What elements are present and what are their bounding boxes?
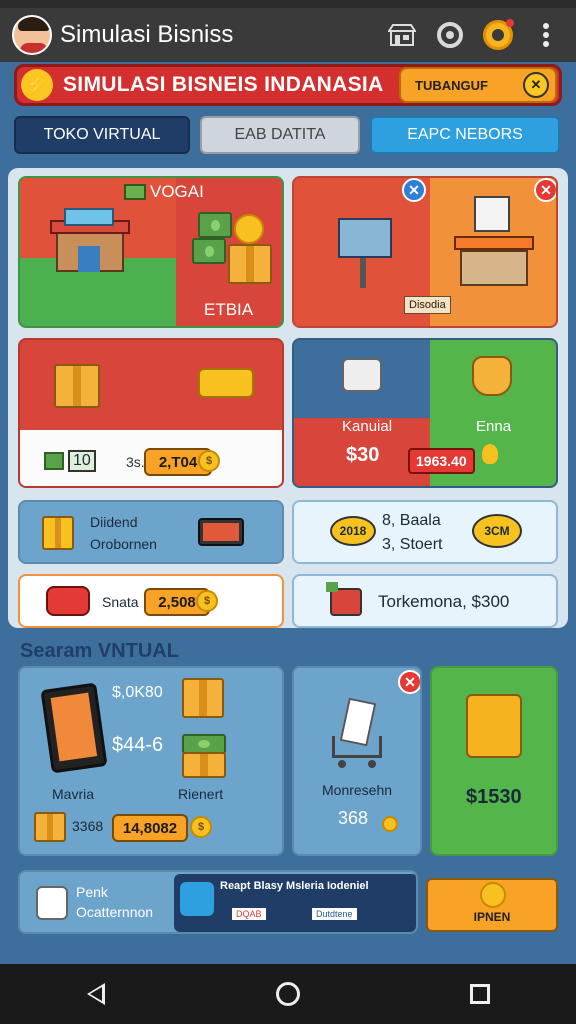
container-icon — [342, 358, 382, 392]
hand-icon — [472, 356, 512, 396]
tablet-icon — [198, 518, 244, 546]
kanual-label: Kanuial — [342, 418, 393, 435]
open-button-label: IPNEN — [473, 910, 511, 924]
torkemono-text: Torkemona, $300 — [378, 592, 510, 611]
kanual-card[interactable]: Kanuial Enna $30 1963.40 — [292, 338, 558, 488]
goods-price-label: 3s. — [126, 454, 145, 470]
footer-label-1: Penk — [76, 884, 108, 900]
deals-line1: 8, Baala — [382, 512, 441, 529]
deals-badge-right: 3CM — [472, 514, 522, 548]
coin-box-icon — [42, 516, 74, 550]
coin-icon: $ — [196, 590, 218, 612]
cash-icon — [182, 734, 226, 754]
device-card[interactable]: $,0K80 $44-6 Mavria Rienert 3368 14,8082… — [18, 666, 284, 856]
avatar-icon[interactable] — [12, 15, 52, 55]
shop-card[interactable]: VOGAI ETBIA — [18, 176, 284, 328]
chat-icon[interactable] — [432, 17, 468, 53]
cart-value: 368 — [338, 808, 369, 828]
bolt-icon: ⚡ — [21, 69, 53, 101]
device-value: 14,8082 — [112, 814, 188, 842]
app-bar: Simulasi Bisniss — [0, 8, 576, 62]
kanual-price-tag: 1963.40 — [408, 448, 475, 474]
green-card[interactable]: $1530 — [430, 666, 558, 856]
kiosk-icon — [330, 208, 400, 288]
back-icon[interactable] — [66, 971, 126, 1017]
green-price: $1530 — [466, 786, 522, 808]
banner-button-label: TUBANGUF — [415, 77, 488, 93]
banner-title: SIMULASI BISNEIS INDANASIA — [63, 73, 384, 96]
deals-card[interactable]: 2018 8, Baala 3, Stoert 3CM — [292, 500, 558, 564]
open-button[interactable]: IPNEN — [426, 878, 558, 932]
device-label-left: Mavria — [52, 786, 95, 802]
coin-icon[interactable] — [480, 17, 516, 53]
store-card[interactable]: ✕ ✕ Disodia — [292, 176, 558, 328]
dividend-line1: Diidend — [90, 514, 138, 530]
navigation-bar — [0, 964, 576, 1024]
title-banner: ⚡ SIMULASI BISNEIS INDANASIA TUBANGUF ✕ — [14, 64, 562, 106]
device-label-right: Rienert — [178, 786, 224, 802]
gold-bar-icon — [198, 368, 254, 398]
box-icon — [54, 364, 100, 408]
close-icon[interactable]: ✕ — [398, 670, 420, 694]
torkemono-card[interactable]: Torkemona, $300 — [292, 574, 558, 628]
tab-bar: TOKO VIRTUAL EAB DATITA EAPC NEBORS — [14, 116, 562, 156]
tab-eapc-nebors[interactable]: EAPC NEBORS — [370, 116, 560, 154]
close-icon[interactable]: ✕ — [402, 178, 426, 202]
gift-icon — [326, 582, 362, 616]
snata-card[interactable]: Snata 2,508 $ — [18, 574, 284, 628]
bulb-icon — [482, 444, 498, 464]
coin-icon — [480, 882, 506, 908]
cash-icon — [44, 452, 64, 470]
recent-apps-icon[interactable] — [450, 971, 510, 1017]
store-tag: Disodia — [404, 296, 451, 314]
coin-icon: $ — [190, 816, 212, 838]
goods-card[interactable]: 10 3s. 2,T04 $ — [18, 338, 284, 488]
hand-label: Enna — [476, 418, 512, 435]
box-icon — [182, 752, 226, 778]
device-price-top: $,0K80 — [112, 684, 163, 701]
dividend-line2: Orobornen — [90, 536, 157, 552]
kanual-price: $30 — [346, 444, 380, 466]
status-bar — [0, 0, 576, 8]
coin-icon: $ — [198, 450, 220, 472]
store-icon[interactable] — [384, 17, 420, 53]
home-icon[interactable] — [258, 971, 318, 1017]
tab-eab-datita[interactable]: EAB DATITA — [200, 116, 360, 154]
coin-icon — [382, 816, 398, 832]
info-icon — [180, 882, 214, 916]
deals-badge-left: 2018 — [330, 516, 376, 546]
cart-card[interactable]: ✕ Monresehn 368 — [292, 666, 422, 856]
info-chip-2: Dutdtene — [312, 908, 357, 920]
box-icon — [34, 812, 66, 842]
deals-line2: 3, Stoert — [382, 536, 443, 553]
section-title: Searam VNTUAL — [20, 640, 179, 662]
tab-toko-virtual[interactable]: TOKO VIRTUAL — [14, 116, 190, 154]
wrench-icon: ✕ — [523, 72, 549, 98]
close-icon[interactable]: ✕ — [534, 178, 556, 202]
device-count: 3368 — [72, 818, 104, 834]
cart-icon — [328, 697, 388, 770]
radio-icon — [46, 586, 90, 616]
storefront-icon — [454, 196, 534, 286]
snata-label: Snata — [102, 594, 139, 610]
vogai-badge: VOGAI — [124, 182, 204, 202]
bag-icon — [466, 694, 522, 758]
footer-card[interactable]: Penk Ocatternnon Reapt Blasy Msleria Iod… — [18, 870, 418, 934]
more-vertical-icon[interactable] — [528, 17, 564, 53]
goods-left-value: 10 — [68, 450, 96, 472]
shop-building-icon — [50, 208, 130, 272]
banner-button[interactable]: TUBANGUF ✕ — [399, 67, 557, 103]
tablet-device-icon — [40, 682, 108, 774]
footer-label-2: Ocatternnon — [76, 904, 154, 920]
shop-price: ETBIA — [204, 300, 254, 319]
jar-icon — [36, 886, 68, 920]
info-title: Reapt Blasy Msleria Iodeniel — [220, 880, 369, 892]
box-icon — [182, 678, 224, 718]
info-panel: Reapt Blasy Msleria Iodeniel DQAB Dutdte… — [174, 874, 416, 932]
device-price-mid: $44-6 — [112, 734, 164, 756]
cart-label: Monresehn — [322, 782, 393, 798]
dividend-card[interactable]: Diidend Orobornen — [18, 500, 284, 564]
app-title: Simulasi Bisniss — [60, 21, 234, 48]
info-chip-1: DQAB — [232, 908, 266, 920]
